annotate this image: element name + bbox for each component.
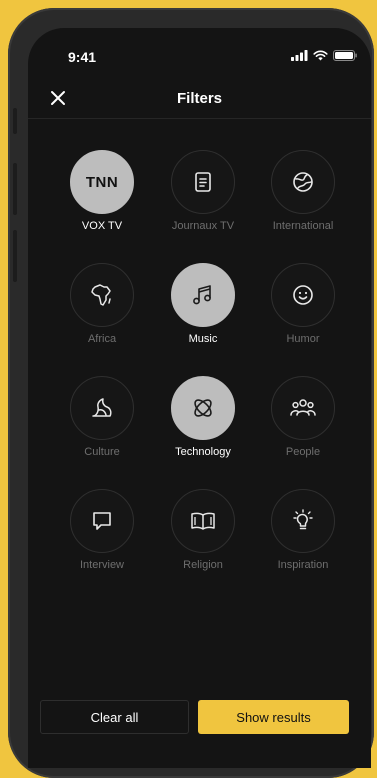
leaf-icon <box>92 398 112 417</box>
category-religion[interactable]: Religion <box>158 489 248 571</box>
category-international[interactable]: International <box>258 150 348 232</box>
category-circle <box>171 376 235 440</box>
category-label: Culture <box>84 446 120 458</box>
category-circle <box>70 489 134 553</box>
status-time: 9:41 <box>68 49 97 65</box>
show-results-button[interactable]: Show results <box>198 700 349 734</box>
category-culture[interactable]: Culture <box>57 376 147 458</box>
category-label: Religion <box>183 559 223 571</box>
category-label: Humor <box>286 333 320 345</box>
screen: 9:41 Filters TNN VOX TV Journaux TV Inte… <box>28 28 371 768</box>
category-circle <box>70 263 134 327</box>
category-humor[interactable]: Humor <box>258 263 348 345</box>
battery-icon <box>333 50 357 61</box>
category-circle <box>271 489 335 553</box>
phone-frame: 9:41 Filters TNN VOX TV Journaux TV Inte… <box>8 8 374 778</box>
globe-icon <box>293 172 313 192</box>
smiley-icon <box>293 285 313 305</box>
category-label: Interview <box>79 559 125 571</box>
category-label: VOX TV <box>81 220 123 232</box>
volume-down-button <box>13 230 17 282</box>
status-icons <box>291 50 357 61</box>
category-circle <box>70 376 134 440</box>
wifi-icon <box>313 50 328 61</box>
category-music[interactable]: Music <box>158 263 248 345</box>
category-africa[interactable]: Africa <box>57 263 147 345</box>
category-label: Technology <box>175 446 231 458</box>
people-icon <box>290 399 316 416</box>
lightbulb-icon <box>293 509 313 530</box>
category-circle <box>271 150 335 214</box>
status-bar: 9:41 <box>28 28 371 78</box>
category-inspiration[interactable]: Inspiration <box>258 489 348 571</box>
category-circle <box>271 376 335 440</box>
category-vox-tv[interactable]: TNN VOX TV <box>57 150 147 232</box>
category-technology[interactable]: Technology <box>158 376 248 458</box>
page-title: Filters <box>176 90 222 107</box>
category-interview[interactable]: Interview <box>57 489 147 571</box>
category-circle <box>271 263 335 327</box>
category-circle <box>171 489 235 553</box>
category-circle <box>171 150 235 214</box>
category-people[interactable]: People <box>258 376 348 458</box>
header: Filters <box>28 80 371 119</box>
clear-all-button[interactable]: Clear all <box>40 700 189 734</box>
category-label: Inspiration <box>277 559 329 571</box>
category-label: People <box>285 446 321 458</box>
signal-icon <box>291 50 308 61</box>
category-label: Music <box>188 333 218 345</box>
music-note-icon <box>193 285 211 305</box>
chat-bubble-icon <box>93 512 111 530</box>
category-circle <box>171 263 235 327</box>
document-icon <box>195 172 211 192</box>
category-label: Africa <box>87 333 117 345</box>
mute-switch <box>13 108 17 134</box>
category-journaux-tv[interactable]: Journaux TV <box>158 150 248 232</box>
category-label: International <box>272 220 334 232</box>
category-label: Journaux TV <box>171 220 235 232</box>
footer: Clear all Show results <box>28 698 371 738</box>
category-circle: TNN <box>70 150 134 214</box>
volume-up-button <box>13 163 17 215</box>
atom-icon <box>194 399 212 417</box>
book-icon <box>191 512 215 530</box>
africa-map-icon <box>91 284 111 306</box>
tnn-logo: TNN <box>85 173 119 191</box>
